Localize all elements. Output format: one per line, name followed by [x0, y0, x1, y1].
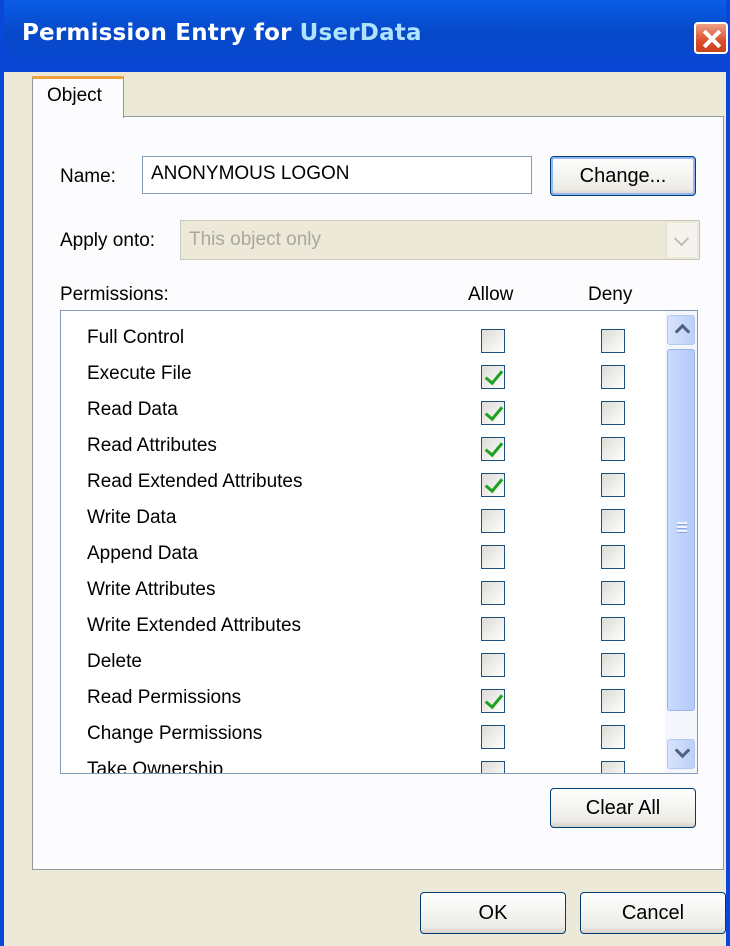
deny-checkbox[interactable] [601, 725, 625, 749]
allow-checkbox[interactable] [481, 545, 505, 569]
allow-checkbox[interactable] [481, 437, 505, 461]
deny-checkbox[interactable] [601, 473, 625, 497]
permission-label: Read Attributes [87, 435, 217, 456]
permission-row: Read Data [61, 395, 661, 431]
allow-checkbox[interactable] [481, 473, 505, 497]
vertical-scrollbar[interactable] [665, 311, 697, 773]
deny-checkbox[interactable] [601, 365, 625, 389]
permission-row: Take Ownership [61, 755, 661, 774]
deny-checkbox[interactable] [601, 761, 625, 773]
deny-checkbox[interactable] [601, 437, 625, 461]
allow-checkbox[interactable] [481, 761, 505, 773]
name-label: Name: [60, 166, 116, 187]
title-object-name: UserData [299, 20, 422, 46]
allow-checkbox[interactable] [481, 401, 505, 425]
permission-row: Write Extended Attributes [61, 611, 661, 647]
tab-object[interactable]: Object [32, 76, 124, 118]
permission-label: Append Data [87, 543, 198, 564]
name-field[interactable]: ANONYMOUS LOGON [142, 156, 532, 194]
permission-label: Write Extended Attributes [87, 615, 302, 636]
deny-checkbox[interactable] [601, 401, 625, 425]
deny-checkbox[interactable] [601, 653, 625, 677]
permission-label: Write Attributes [87, 579, 216, 600]
apply-onto-select[interactable]: This object only [180, 220, 700, 260]
deny-checkbox[interactable] [601, 689, 625, 713]
deny-checkbox[interactable] [601, 329, 625, 353]
allow-checkbox[interactable] [481, 653, 505, 677]
change-button[interactable]: Change... [550, 156, 696, 196]
permission-row: Read Permissions [61, 683, 661, 719]
permission-label: Read Permissions [87, 687, 242, 708]
allow-header: Allow [468, 284, 514, 305]
cancel-button[interactable]: Cancel [580, 892, 726, 934]
permission-label: Delete [87, 651, 142, 672]
close-icon[interactable] [694, 22, 728, 54]
title-prefix: Permission Entry for [22, 20, 292, 46]
permission-row: Write Attributes [61, 575, 661, 611]
permission-row: Read Extended Attributes [61, 467, 661, 503]
apply-onto-value: This object only [189, 229, 322, 250]
permission-row: Append Data [61, 539, 661, 575]
permission-label: Write Data [87, 507, 177, 528]
permission-label: Read Extended Attributes [87, 471, 303, 492]
deny-checkbox[interactable] [601, 581, 625, 605]
allow-checkbox[interactable] [481, 581, 505, 605]
grip-line [677, 522, 687, 525]
chevron-down-icon[interactable] [666, 223, 697, 257]
deny-header: Deny [588, 284, 633, 305]
tab-object-label: Object [47, 85, 102, 106]
scrollbar-thumb[interactable] [667, 349, 695, 711]
permission-label: Change Permissions [87, 723, 263, 744]
permission-row: Full Control [61, 323, 661, 359]
window-title: Permission Entry for UserData [22, 20, 422, 46]
title-bar[interactable]: Permission Entry for UserData [4, 0, 728, 72]
allow-checkbox[interactable] [481, 365, 505, 389]
allow-checkbox[interactable] [481, 509, 505, 533]
permission-row: Read Attributes [61, 431, 661, 467]
allow-checkbox[interactable] [481, 617, 505, 641]
permission-entry-dialog: Permission Entry for UserData Object Name… [0, 0, 730, 946]
scroll-down-icon[interactable] [667, 739, 695, 769]
ok-button[interactable]: OK [420, 892, 566, 934]
permission-label: Take Ownership [87, 759, 224, 774]
allow-checkbox[interactable] [481, 689, 505, 713]
scroll-up-icon[interactable] [667, 315, 695, 345]
allow-checkbox[interactable] [481, 329, 505, 353]
permission-label: Full Control [87, 327, 185, 348]
permission-row: Write Data [61, 503, 661, 539]
permission-label: Read Data [87, 399, 178, 420]
clear-all-button[interactable]: Clear All [550, 788, 696, 828]
permissions-list[interactable]: Full Control Execute File Read Data Read At… [60, 310, 698, 774]
allow-checkbox[interactable] [481, 725, 505, 749]
deny-checkbox[interactable] [601, 545, 625, 569]
grip-line [677, 530, 687, 533]
permission-label: Execute File [87, 363, 192, 384]
permissions-label: Permissions: [60, 284, 169, 305]
name-value: ANONYMOUS LOGON [151, 163, 350, 184]
deny-checkbox[interactable] [601, 617, 625, 641]
permission-row: Delete [61, 647, 661, 683]
grip-line [677, 526, 687, 529]
deny-checkbox[interactable] [601, 509, 625, 533]
permission-row: Execute File [61, 359, 661, 395]
permission-row: Change Permissions [61, 719, 661, 755]
apply-onto-label: Apply onto: [60, 230, 156, 251]
